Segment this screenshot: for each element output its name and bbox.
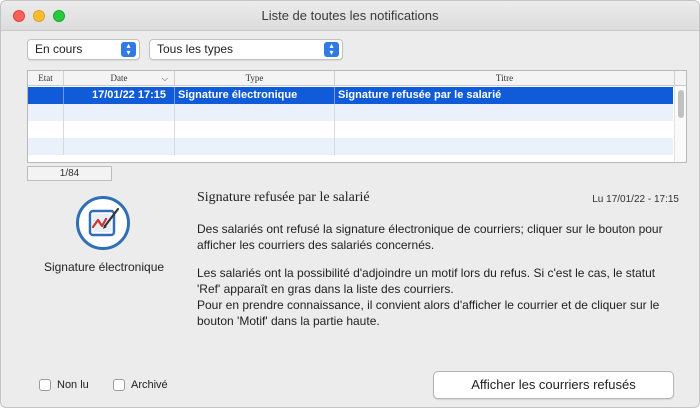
show-refused-letters-button[interactable]: Afficher les courriers refusés [433,371,674,399]
cell-titre: Signature refusée par le salarié [335,87,675,104]
unread-checkbox[interactable]: Non lu [39,378,109,392]
column-header-titre[interactable]: Titre [335,71,675,86]
archived-checkbox[interactable]: Archivé [113,378,183,392]
select-stepper-icon: ▴ ▾ [121,42,136,57]
table-row-empty [28,121,675,138]
type-filter-value: Tous les types [157,42,234,56]
table-row-empty [28,138,675,155]
notification-type-label: Signature électronique [43,260,165,274]
sort-descending-icon: ⌵ [161,74,168,83]
table-header: Etat Date ⌵ Type Titre [28,71,686,86]
notification-description: Des salariés ont refusé la signature éle… [197,222,663,252]
table-row-empty [28,104,675,121]
notification-read-date: Lu 17/01/22 - 17:15 [592,194,679,205]
cell-type: Signature électronique [175,87,335,104]
column-header-etat[interactable]: Etat [28,71,64,86]
scrollbar-thumb[interactable] [678,90,684,118]
status-filter-select[interactable]: En cours ▴ ▾ [27,39,140,60]
title-bar: Liste de toutes les notifications [1,1,699,31]
unread-checkbox-box[interactable] [39,379,51,391]
column-header-date[interactable]: Date ⌵ [64,71,175,86]
archived-checkbox-box[interactable] [113,379,125,391]
archived-checkbox-label: Archivé [131,379,168,391]
status-filter-value: En cours [35,42,83,56]
notifications-window: Liste de toutes les notifications En cou… [0,0,700,408]
cell-etat [28,87,64,104]
column-header-type[interactable]: Type [175,71,335,86]
column-header-date-label: Date [110,73,128,83]
notifications-table: Etat Date ⌵ Type Titre 17/01/22 17:15 Si… [27,70,687,163]
table-scrollbar[interactable] [674,86,686,162]
cell-date: 17/01/22 17:15 [64,87,175,104]
record-counter: 1/84 [27,166,112,181]
notification-title: Signature refusée par le salarié [197,190,370,205]
table-row[interactable]: 17/01/22 17:15 Signature électronique Si… [28,87,675,104]
notification-details: Les salariés ont la possibilité d'adjoin… [197,265,667,329]
electronic-signature-icon [76,196,130,250]
details-paragraph-2: Pour en prendre connaissance, il convien… [197,298,660,328]
window-title: Liste de toutes les notifications [261,8,439,23]
unread-checkbox-label: Non lu [57,379,89,391]
select-stepper-icon: ▴ ▾ [324,42,339,57]
details-paragraph-1: Les salariés ont la possibilité d'adjoin… [197,266,656,296]
type-filter-select[interactable]: Tous les types ▴ ▾ [149,39,343,60]
